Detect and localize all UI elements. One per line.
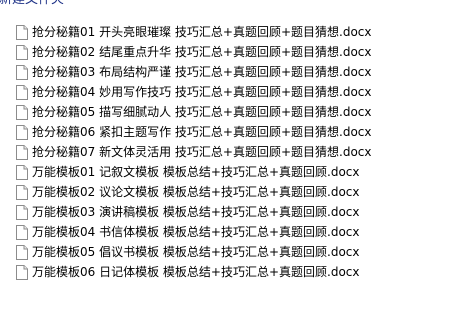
document-icon [16, 184, 28, 200]
document-icon [16, 264, 28, 280]
document-icon [16, 164, 28, 180]
file-name: 抢分秘籍03 布局结构严谨 技巧汇总+真题回顾+题目猜想.docx [32, 65, 372, 79]
file-item[interactable]: 万能模板03 演讲稿模板 模板总结+技巧汇总+真题回顾.docx [16, 202, 466, 222]
document-icon [16, 144, 28, 160]
document-icon [16, 224, 28, 240]
file-item[interactable]: 抢分秘籍05 描写细腻动人 技巧汇总+真题回顾+题目猜想.docx [16, 102, 466, 122]
file-name: 万能模板02 议论文模板 模板总结+技巧汇总+真题回顾.docx [32, 185, 360, 199]
file-name: 万能模板05 倡议书模板 模板总结+技巧汇总+真题回顾.docx [32, 245, 360, 259]
folder-name-label: 新建文件夹 [0, 0, 64, 9]
file-item[interactable]: 万能模板04 书信体模板 模板总结+技巧汇总+真题回顾.docx [16, 222, 466, 242]
file-name: 抢分秘籍05 描写细腻动人 技巧汇总+真题回顾+题目猜想.docx [32, 105, 372, 119]
file-item[interactable]: 抢分秘籍04 妙用写作技巧 技巧汇总+真题回顾+题目猜想.docx [16, 82, 466, 102]
document-icon [16, 204, 28, 220]
file-item[interactable]: 抢分秘籍06 紧扣主题写作 技巧汇总+真题回顾+题目猜想.docx [16, 122, 466, 142]
file-item[interactable]: 万能模板06 日记体模板 模板总结+技巧汇总+真题回顾.docx [16, 262, 466, 282]
file-name: 万能模板06 日记体模板 模板总结+技巧汇总+真题回顾.docx [32, 265, 360, 279]
file-item[interactable]: 抢分秘籍01 开头亮眼璀璨 技巧汇总+真题回顾+题目猜想.docx [16, 22, 466, 42]
folder-title: 新建文件夹 [0, 0, 471, 9]
file-item[interactable]: 抢分秘籍03 布局结构严谨 技巧汇总+真题回顾+题目猜想.docx [16, 62, 466, 82]
file-item[interactable]: 抢分秘籍02 结尾重点升华 技巧汇总+真题回顾+题目猜想.docx [16, 42, 466, 62]
document-icon [16, 64, 28, 80]
document-icon [16, 44, 28, 60]
file-name: 抢分秘籍06 紧扣主题写作 技巧汇总+真题回顾+题目猜想.docx [32, 125, 372, 139]
file-name: 万能模板04 书信体模板 模板总结+技巧汇总+真题回顾.docx [32, 225, 360, 239]
document-icon [16, 24, 28, 40]
file-name: 抢分秘籍07 新文体灵活用 技巧汇总+真题回顾+题目猜想.docx [32, 145, 372, 159]
file-name: 万能模板03 演讲稿模板 模板总结+技巧汇总+真题回顾.docx [32, 205, 360, 219]
file-item[interactable]: 万能模板01 记叙文模板 模板总结+技巧汇总+真题回顾.docx [16, 162, 466, 182]
file-list: 抢分秘籍01 开头亮眼璀璨 技巧汇总+真题回顾+题目猜想.docx 抢分秘籍02… [16, 22, 466, 282]
file-name: 万能模板01 记叙文模板 模板总结+技巧汇总+真题回顾.docx [32, 165, 360, 179]
document-icon [16, 124, 28, 140]
file-item[interactable]: 抢分秘籍07 新文体灵活用 技巧汇总+真题回顾+题目猜想.docx [16, 142, 466, 162]
document-icon [16, 84, 28, 100]
file-name: 抢分秘籍04 妙用写作技巧 技巧汇总+真题回顾+题目猜想.docx [32, 85, 372, 99]
file-item[interactable]: 万能模板02 议论文模板 模板总结+技巧汇总+真题回顾.docx [16, 182, 466, 202]
file-name: 抢分秘籍02 结尾重点升华 技巧汇总+真题回顾+题目猜想.docx [32, 45, 372, 59]
document-icon [16, 104, 28, 120]
file-item[interactable]: 万能模板05 倡议书模板 模板总结+技巧汇总+真题回顾.docx [16, 242, 466, 262]
document-icon [16, 244, 28, 260]
file-name: 抢分秘籍01 开头亮眼璀璨 技巧汇总+真题回顾+题目猜想.docx [32, 25, 372, 39]
